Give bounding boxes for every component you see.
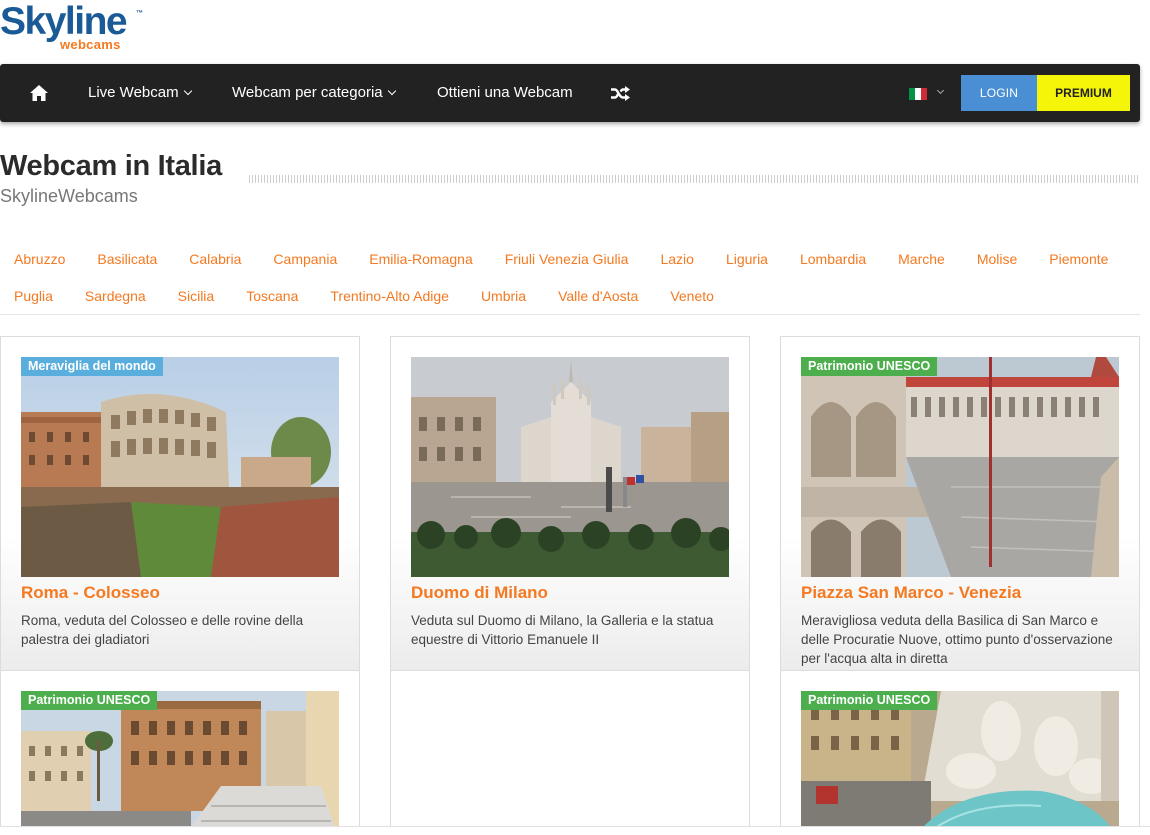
- italian-flag-icon[interactable]: [909, 88, 927, 100]
- logo-subtext: webcams: [60, 37, 121, 52]
- region-link[interactable]: Marche: [884, 251, 959, 267]
- skyline-logo[interactable]: Skyline ™ webcams: [0, 2, 160, 54]
- webcam-thumbnail-spagna[interactable]: [21, 691, 339, 835]
- webcam-card-duomo-milano[interactable]: Duomo di Milano Veduta sul Duomo di Mila…: [390, 336, 750, 671]
- region-link[interactable]: Trentino-Alto Adige: [316, 288, 463, 304]
- logo-text: Skyline: [0, 0, 128, 43]
- webcam-card-piazza-spagna[interactable]: Patrimonio UNESCO: [0, 670, 360, 835]
- category-badge: Patrimonio UNESCO: [801, 691, 938, 710]
- nav-live-webcam-label: Live Webcam: [88, 84, 179, 101]
- region-link[interactable]: Piemonte: [1035, 251, 1122, 267]
- region-row-1: Abruzzo Basilicata Calabria Campania Emi…: [0, 240, 1140, 277]
- region-list: Abruzzo Basilicata Calabria Campania Emi…: [0, 240, 1140, 314]
- region-link[interactable]: Sicilia: [164, 288, 229, 304]
- region-link[interactable]: Sardegna: [71, 288, 160, 304]
- region-link[interactable]: Campania: [259, 251, 351, 267]
- region-link[interactable]: Emilia-Romagna: [355, 251, 486, 267]
- region-link[interactable]: Basilicata: [83, 251, 171, 267]
- region-link[interactable]: Molise: [963, 251, 1031, 267]
- category-badge: Patrimonio UNESCO: [21, 691, 158, 710]
- chevron-down-icon: [183, 86, 192, 96]
- webcam-description: Meravigliosa veduta della Basilica di Sa…: [801, 613, 1113, 666]
- region-link[interactable]: Toscana: [232, 288, 312, 304]
- webcam-description: Veduta sul Duomo di Milano, la Galleria …: [411, 613, 714, 647]
- title-divider: [249, 175, 1140, 183]
- region-link[interactable]: Puglia: [0, 288, 67, 304]
- nav-webcam-per-categoria[interactable]: Webcam per categoria: [232, 64, 396, 122]
- page-subtitle: SkylineWebcams: [0, 186, 138, 206]
- region-link[interactable]: Lazio: [646, 251, 707, 267]
- webcam-title[interactable]: Duomo di Milano: [411, 583, 548, 603]
- webcam-card-piazza-san-marco[interactable]: Patrimonio UNESCO Piazza San Marco - Ven…: [780, 336, 1140, 671]
- bottom-bar: [0, 826, 1150, 835]
- webcam-thumbnail-san-marco[interactable]: [801, 357, 1119, 577]
- webcam-card-empty: [390, 670, 750, 835]
- category-badge: Patrimonio UNESCO: [801, 357, 938, 376]
- nav-live-webcam[interactable]: Live Webcam: [88, 64, 192, 122]
- region-link[interactable]: Umbria: [467, 288, 540, 304]
- region-link[interactable]: Veneto: [656, 288, 728, 304]
- home-icon[interactable]: [29, 84, 49, 102]
- webcam-thumbnail-trevi[interactable]: [801, 691, 1119, 835]
- webcam-thumbnail-colosseo[interactable]: [21, 357, 339, 577]
- webcam-thumbnail-duomo[interactable]: [411, 357, 729, 577]
- region-link[interactable]: Friuli Venezia Giulia: [491, 251, 643, 267]
- page-title: Webcam in Italia: [0, 150, 222, 182]
- category-badge: Meraviglia del mondo: [21, 357, 163, 376]
- webcam-card-fontana-trevi[interactable]: Patrimonio UNESCO: [780, 670, 1140, 835]
- region-link[interactable]: Lombardia: [786, 251, 880, 267]
- nav-ottieni-label: Ottieni una Webcam: [437, 84, 573, 101]
- flag-stripe-red: [921, 88, 927, 100]
- nav-ottieni-webcam[interactable]: Ottieni una Webcam: [437, 64, 573, 122]
- region-link[interactable]: Valle d'Aosta: [544, 288, 652, 304]
- logo-trademark: ™: [136, 10, 143, 17]
- region-link[interactable]: Calabria: [175, 251, 255, 267]
- webcam-description: Roma, veduta del Colosseo e delle rovine…: [21, 613, 304, 647]
- nav-categoria-label: Webcam per categoria: [232, 84, 383, 101]
- webcam-title[interactable]: Roma - Colosseo: [21, 583, 160, 603]
- login-button[interactable]: LOGIN: [961, 75, 1037, 111]
- region-row-2: Puglia Sardegna Sicilia Toscana Trentino…: [0, 277, 1140, 314]
- webcam-title[interactable]: Piazza San Marco - Venezia: [801, 583, 1021, 603]
- premium-button[interactable]: PREMIUM: [1037, 75, 1130, 111]
- region-link[interactable]: Liguria: [712, 251, 782, 267]
- webcam-card-colosseo[interactable]: Meraviglia del mondo Roma - Colosseo Rom…: [0, 336, 360, 671]
- shuffle-icon[interactable]: [610, 86, 630, 101]
- regions-divider: [0, 314, 1140, 315]
- region-link[interactable]: Abruzzo: [0, 251, 79, 267]
- chevron-down-icon: [387, 86, 396, 96]
